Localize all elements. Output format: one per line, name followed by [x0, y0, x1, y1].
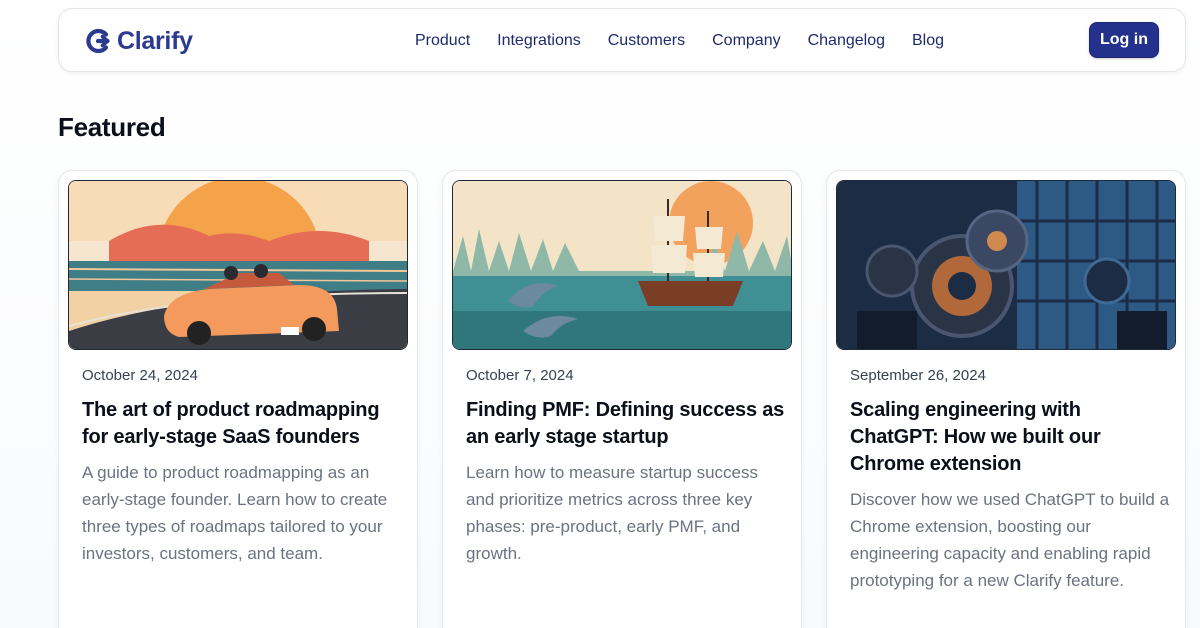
- brand-logo[interactable]: Clarify: [85, 26, 193, 56]
- nav-link-product[interactable]: Product: [415, 31, 470, 51]
- card-date: October 7, 2024: [466, 367, 574, 384]
- card-title[interactable]: The art of product roadmapping for early…: [82, 397, 402, 451]
- section-title: Featured: [58, 112, 166, 142]
- card-image-car-sunset[interactable]: [68, 180, 408, 350]
- card-description: Discover how we used ChatGPT to build a …: [850, 490, 1170, 590]
- sailing-ship-illustration: [453, 181, 791, 349]
- article-card-pmf[interactable]: October 7, 2024 Finding PMF: Defining su…: [442, 170, 802, 628]
- card-title[interactable]: Finding PMF: Defining success as an earl…: [466, 397, 786, 451]
- card-date: September 26, 2024: [850, 367, 986, 384]
- nav-link-customers[interactable]: Customers: [608, 31, 685, 51]
- gear-machinery-illustration: [837, 181, 1175, 349]
- card-date: October 24, 2024: [82, 367, 198, 384]
- nav-links: Product Integrations Customers Company C…: [415, 31, 971, 51]
- brand-name: Clarify: [117, 26, 193, 55]
- top-navigation: Clarify Product Integrations Customers C…: [58, 8, 1186, 72]
- card-title[interactable]: Scaling engineering with ChatGPT: How we…: [850, 397, 1170, 478]
- card-description: Learn how to measure startup success and…: [466, 463, 758, 563]
- clarify-logo-icon: [86, 28, 110, 54]
- card-description: A guide to product roadmapping as an ear…: [82, 463, 388, 563]
- car-sunset-illustration: [69, 181, 407, 349]
- article-card-chatgpt[interactable]: September 26, 2024 Scaling engineering w…: [826, 170, 1186, 628]
- card-image-sailing-ship[interactable]: [452, 180, 792, 350]
- nav-link-blog[interactable]: Blog: [912, 31, 944, 51]
- card-image-machinery[interactable]: [836, 180, 1176, 350]
- article-card-roadmapping[interactable]: October 24, 2024 The art of product road…: [58, 170, 418, 628]
- nav-link-company[interactable]: Company: [712, 31, 780, 51]
- nav-link-integrations[interactable]: Integrations: [497, 31, 581, 51]
- nav-link-changelog[interactable]: Changelog: [808, 31, 885, 51]
- login-button[interactable]: Log in: [1089, 22, 1159, 58]
